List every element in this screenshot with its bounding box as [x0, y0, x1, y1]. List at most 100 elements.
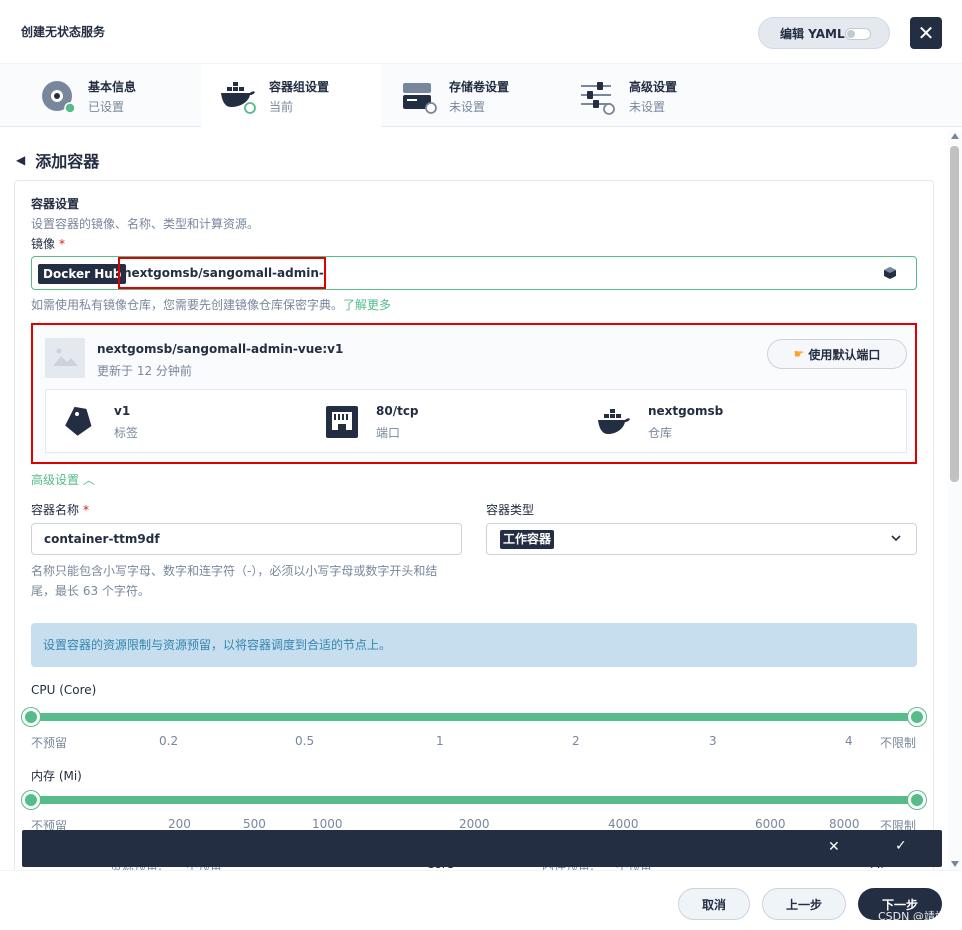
image-info-row: v1 标签 80/tcp 端口 nextgomsb 仓库	[45, 389, 907, 453]
docker-icon	[221, 82, 256, 114]
ethernet-port-icon	[326, 406, 358, 438]
memory-slider-max-handle[interactable]	[908, 791, 926, 809]
memory-slider-min-handle[interactable]	[22, 791, 40, 809]
cpu-slider-track[interactable]	[31, 713, 917, 721]
private-registry-hint: 如需使用私有镜像仓库，您需要先创建镜像仓库保密字典。了解更多	[31, 296, 391, 313]
section-title: 容器设置	[31, 197, 80, 211]
scroll-up-icon[interactable]	[951, 133, 959, 139]
repo-label: 仓库	[648, 426, 673, 440]
required-mark: *	[59, 237, 66, 251]
cpu-tick: 3	[709, 734, 717, 748]
container-name-label-text: 容器名称	[31, 503, 80, 517]
image-name: nextgomsb/sangomall-admin-vue:v1	[97, 342, 344, 356]
step-status: 已设置	[88, 100, 125, 114]
toggle-switch-icon[interactable]	[845, 28, 871, 40]
tab-container-group[interactable]: 容器组设置 当前	[201, 64, 381, 127]
step-status: 未设置	[629, 100, 666, 114]
cpu-tick: 1	[436, 734, 444, 748]
image-search-input[interactable]: Docker Hub nextgomsb/sangomall-admin-vue…	[31, 256, 917, 290]
container-name-label: 容器名称 *	[31, 501, 89, 518]
tag-label: 标签	[114, 426, 139, 440]
memory-tick: 500	[243, 817, 266, 831]
cancel-container-icon[interactable]: ✕	[828, 840, 840, 854]
advanced-settings-toggle[interactable]: 高级设置 ︿	[31, 471, 95, 488]
learn-more-link[interactable]: 了解更多	[343, 298, 391, 312]
container-type-label: 容器类型	[486, 503, 535, 517]
confirm-container-icon[interactable]: ✓	[895, 839, 907, 853]
tab-basic-info[interactable]: 基本信息 已设置	[0, 64, 180, 127]
step-title: 基本信息	[88, 80, 137, 94]
close-button[interactable]: ✕	[910, 17, 942, 49]
image-placeholder-icon	[45, 338, 85, 378]
modal-footer: 取消 上一步 下一步 CSDN @靖飒	[0, 870, 962, 930]
confirm-action-bar: ✕ ✓	[22, 830, 942, 867]
edit-yaml-toggle[interactable]: 编辑 YAML	[758, 17, 890, 49]
image-label-text: 镜像	[31, 237, 56, 251]
cpu-tick: 0.2	[159, 734, 179, 748]
content-area: ◀ 添加容器 容器设置 设置容器的镜像、名称、类型和计算资源。 镜像 * Dock…	[0, 127, 962, 870]
basic-info-icon	[42, 81, 76, 114]
chevron-up-icon: ︿	[82, 473, 95, 487]
tag-value: v1	[114, 404, 131, 418]
memory-slider-title: 内存 (Mi)	[31, 769, 82, 783]
modal-header: 创建无状态服务 编辑 YAML ✕	[0, 0, 962, 64]
registry-tag[interactable]: Docker Hub	[38, 264, 127, 284]
scrollbar-thumb[interactable]	[950, 146, 959, 482]
cpu-slider-title: CPU (Core)	[31, 683, 97, 697]
edit-yaml-label: 编辑 YAML	[780, 26, 845, 41]
cpu-tick: 4	[845, 734, 853, 748]
cpu-slider-max-handle[interactable]	[908, 708, 926, 726]
back-to-list[interactable]: ◀ 添加容器	[16, 148, 99, 172]
memory-slider-track[interactable]	[31, 796, 917, 804]
cpu-tick: 不预留	[31, 736, 68, 750]
close-icon: ✕	[917, 21, 935, 45]
previous-button[interactable]: 上一步	[762, 888, 846, 920]
image-value[interactable]: nextgomsb/sangomall-admin-vue:v1	[118, 257, 326, 289]
tab-advanced[interactable]: 高级设置 未设置	[561, 64, 741, 127]
container-settings-panel: 容器设置 设置容器的镜像、名称、类型和计算资源。 镜像 * Docker Hub …	[14, 180, 934, 870]
modal-title: 创建无状态服务	[21, 25, 106, 39]
step-status: 当前	[269, 100, 294, 114]
memory-tick: 8000	[829, 817, 860, 831]
port-value: 80/tcp	[376, 404, 419, 418]
back-arrow-icon[interactable]: ◀	[16, 153, 25, 167]
container-type-value: 工作容器	[500, 530, 555, 549]
use-default-port-button[interactable]: ☛ 使用默认端口	[767, 339, 907, 369]
cancel-button[interactable]: 取消	[678, 888, 750, 920]
docker-whale-icon	[598, 409, 630, 434]
memory-tick: 1000	[312, 817, 343, 831]
step-title: 存储卷设置	[449, 80, 510, 94]
watermark: CSDN @靖飒	[878, 910, 946, 923]
tag-icon	[65, 406, 92, 436]
port-label: 端口	[376, 426, 401, 440]
cpu-tick: 不限制	[880, 736, 917, 750]
resource-info-alert: 设置容器的资源限制与资源预留，以将容器调度到合适的节点上。	[31, 623, 917, 667]
page-title: 添加容器	[35, 152, 100, 171]
hand-pointer-icon: ☛	[793, 347, 805, 361]
cube-icon[interactable]	[884, 267, 896, 279]
memory-tick: 2000	[459, 817, 490, 831]
step-title: 容器组设置	[269, 80, 330, 94]
cpu-slider-min-handle[interactable]	[22, 708, 40, 726]
sliders-icon	[581, 82, 615, 115]
chevron-down-icon	[891, 535, 901, 542]
use-default-port-label: 使用默认端口	[808, 347, 881, 362]
step-tabs: 基本信息 已设置 容器组设置 当前 存储卷设置 未设置 高级设置 未设置	[0, 64, 962, 127]
repo-value: nextgomsb	[648, 404, 724, 418]
scroll-down-icon[interactable]	[951, 861, 959, 867]
advanced-settings-label: 高级设置	[31, 473, 80, 487]
scrollbar[interactable]	[948, 130, 962, 870]
container-type-select[interactable]: 工作容器	[486, 523, 917, 555]
memory-tick: 6000	[755, 817, 786, 831]
step-title: 高级设置	[629, 80, 678, 94]
tab-volume[interactable]: 存储卷设置 未设置	[381, 64, 561, 127]
image-detail-card: nextgomsb/sangomall-admin-vue:v1 更新于 12 …	[31, 323, 917, 464]
memory-tick: 4000	[608, 817, 639, 831]
container-name-input[interactable]: container-ttm9df	[31, 523, 462, 555]
cpu-tick: 2	[572, 734, 580, 748]
image-label: 镜像 *	[31, 235, 65, 252]
storage-icon	[403, 83, 437, 114]
section-description: 设置容器的镜像、名称、类型和计算资源。	[31, 217, 260, 231]
container-name-hint: 名称只能包含小写字母、数字和连字符（-），必须以小写字母或数字开头和结尾，最长 …	[31, 564, 438, 598]
hint-text: 如需使用私有镜像仓库，您需要先创建镜像仓库保密字典。	[31, 298, 344, 312]
